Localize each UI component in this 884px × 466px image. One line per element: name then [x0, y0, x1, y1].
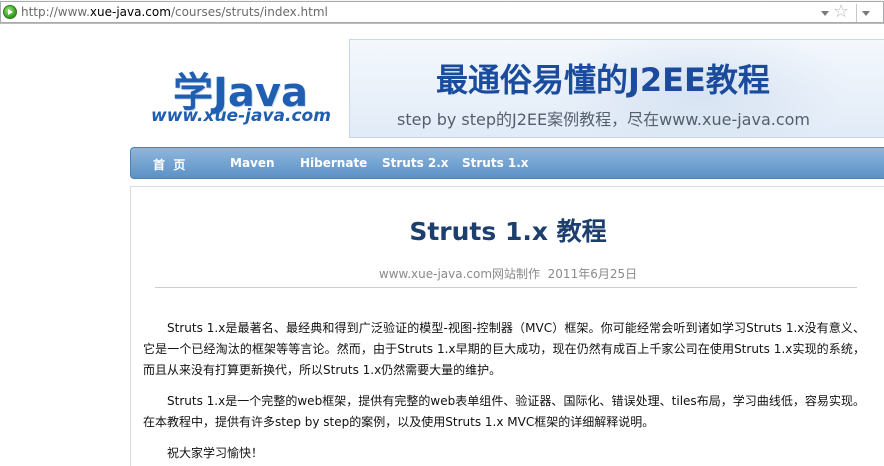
- nav-item-struts1[interactable]: Struts 1.x: [462, 156, 529, 170]
- article-paragraph: 祝大家学习愉快！: [167, 446, 264, 460]
- address-bar: http://www.xue-java.com/courses/struts/i…: [0, 0, 884, 24]
- main-nav: 首 页 Maven Hibernate Struts 2.x Struts 1.…: [130, 147, 884, 179]
- bookmark-dropdown-icon[interactable]: [862, 11, 870, 16]
- article-paragraph: Struts 1.x是一个完整的web框架，提供有完整的web表单组件、验证器、…: [143, 394, 865, 429]
- nav-item-hibernate[interactable]: Hibernate: [300, 156, 367, 170]
- url-text[interactable]: http://www.xue-java.com/courses/struts/i…: [21, 5, 328, 19]
- nav-item-struts2[interactable]: Struts 2.x: [382, 156, 449, 170]
- url-dropdown-icon[interactable]: [821, 11, 829, 16]
- article-meta: www.xue-java.com网站制作 2011年6月25日: [378, 267, 638, 281]
- go-icon[interactable]: [3, 5, 17, 19]
- address-separator: [856, 4, 857, 22]
- site-logo-subtitle[interactable]: www.xue-java.com: [151, 106, 331, 126]
- url-path: /courses/struts/index.html: [170, 5, 328, 19]
- article-paragraph: Struts 1.x是最著名、最经典和得到广泛验证的模型-视图-控制器（MVC）…: [143, 321, 865, 377]
- url-prefix: http://www.: [21, 5, 90, 19]
- header-banner: 最通俗易懂的J2EE教程 step by step的J2EE案例教程，尽在www…: [349, 39, 884, 138]
- article-title: Struts 1.x 教程: [409, 217, 607, 246]
- banner-subtitle: step by step的J2EE案例教程，尽在www.xue-java.com: [397, 110, 811, 129]
- bookmark-star-icon[interactable]: ☆: [833, 2, 849, 22]
- banner-title: 最通俗易懂的J2EE教程: [436, 61, 770, 99]
- article-container: Struts 1.x 教程 www.xue-java.com网站制作 2011年…: [130, 186, 884, 466]
- nav-item-maven[interactable]: Maven: [230, 156, 275, 170]
- nav-item-home[interactable]: 首 页: [153, 156, 185, 173]
- article-divider: [155, 287, 857, 288]
- url-field[interactable]: http://www.xue-java.com/courses/struts/i…: [0, 1, 884, 23]
- url-host: xue-java.com: [89, 5, 171, 19]
